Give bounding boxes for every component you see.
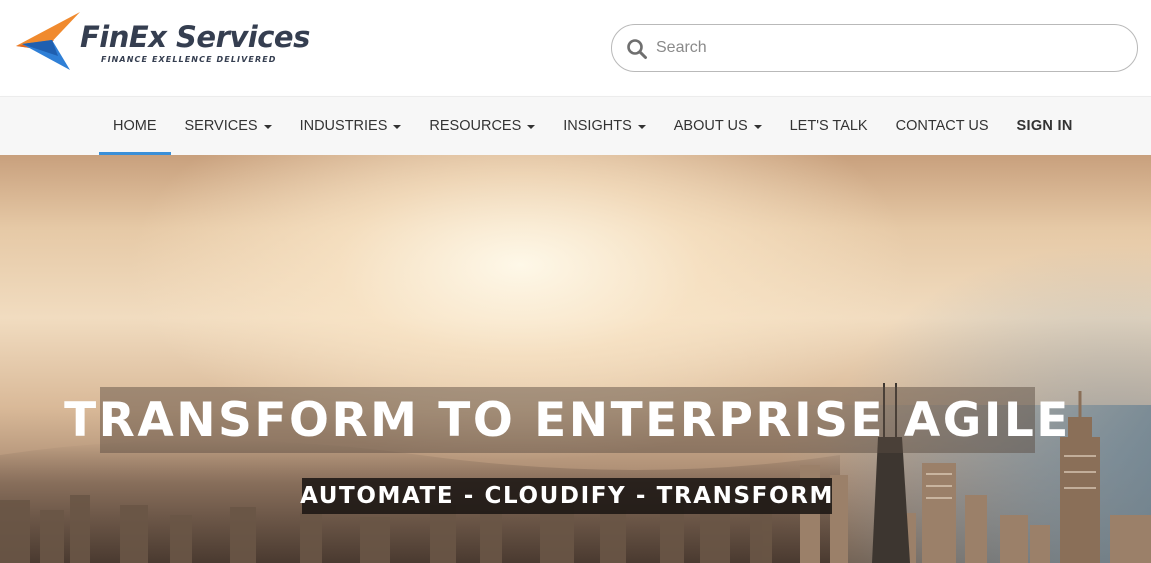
search-input[interactable] xyxy=(656,35,1096,61)
nav-item-lets-talk[interactable]: LET'S TALK xyxy=(776,97,882,155)
brand-name: FinEx Services xyxy=(80,20,310,54)
nav-item-label: LET'S TALK xyxy=(789,118,868,134)
nav-item-label: INSIGHTS xyxy=(563,118,632,134)
hero-subtitle: AUTOMATE - CLOUDIFY - TRANSFORM xyxy=(300,478,834,514)
site-header: FinEx Services FINANCE EXELLENCE DELIVER… xyxy=(0,0,1151,96)
nav-item-sign-in[interactable]: SIGN IN xyxy=(1003,97,1087,155)
nav-item-about-us[interactable]: ABOUT US xyxy=(660,97,776,155)
caret-down-icon xyxy=(637,125,646,129)
nav-item-label: INDUSTRIES xyxy=(299,118,388,134)
hero-subtitle-text: AUTOMATE - CLOUDIFY - TRANSFORM xyxy=(300,483,834,509)
brand-logo[interactable]: FinEx Services FINANCE EXELLENCE DELIVER… xyxy=(14,10,310,72)
caret-down-icon xyxy=(263,125,272,129)
hero-title-text: TRANSFORM TO ENTERPRISE AGILE xyxy=(64,392,1071,448)
nav-item-label: SIGN IN xyxy=(1016,118,1073,134)
logo-mark-icon xyxy=(16,12,80,70)
nav-item-label: ABOUT US xyxy=(673,118,748,134)
nav-item-resources[interactable]: RESOURCES xyxy=(415,97,549,155)
main-nav: HOME SERVICES INDUSTRIES RESOURCES INSIG… xyxy=(0,96,1151,156)
brand-tagline: FINANCE EXELLENCE DELIVERED xyxy=(101,55,277,64)
nav-item-services[interactable]: SERVICES xyxy=(171,97,286,155)
hero-title: TRANSFORM TO ENTERPRISE AGILE xyxy=(64,387,1068,453)
nav-item-label: HOME xyxy=(113,118,157,134)
nav-item-insights[interactable]: INSIGHTS xyxy=(549,97,659,155)
search-icon[interactable] xyxy=(626,38,648,60)
nav-item-home[interactable]: HOME xyxy=(99,97,171,156)
nav-item-label: SERVICES xyxy=(184,118,258,134)
nav-item-label: CONTACT US xyxy=(895,118,989,134)
nav-item-contact-us[interactable]: CONTACT US xyxy=(882,97,1003,155)
hero-banner: TRANSFORM TO ENTERPRISE AGILE AUTOMATE -… xyxy=(0,155,1151,563)
caret-down-icon xyxy=(393,125,402,129)
caret-down-icon xyxy=(753,125,762,129)
caret-down-icon xyxy=(527,125,536,129)
nav-item-industries[interactable]: INDUSTRIES xyxy=(286,97,416,155)
nav-item-label: RESOURCES xyxy=(429,118,522,134)
search-box[interactable] xyxy=(611,24,1138,72)
